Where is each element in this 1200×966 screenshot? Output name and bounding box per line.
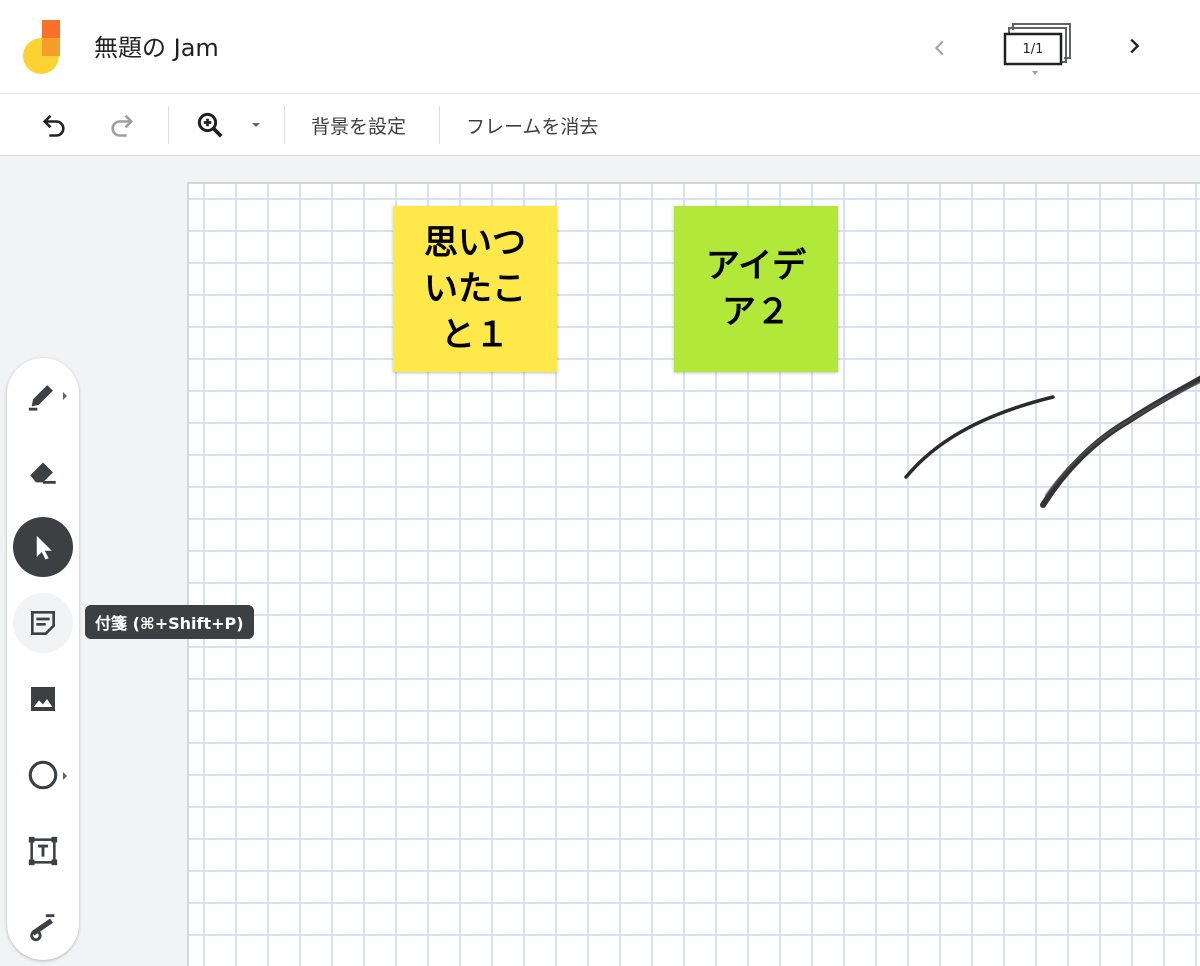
toolbar-divider [284,106,285,144]
sticky-note-text: 思いついたこと１ [424,223,526,355]
sticky-note-text: アイデア２ [705,246,807,332]
next-frame-button[interactable] [1114,26,1154,66]
set-background-button[interactable]: 背景を設定 [311,104,406,146]
select-cursor-icon [36,535,52,560]
select-tool-button[interactable] [13,517,73,577]
clear-frame-button[interactable]: フレームを消去 [466,104,598,146]
circle-shape-icon [28,760,58,790]
toolbar: 背景を設定 フレームを消去 [0,94,1200,156]
image-tool-button[interactable] [13,669,73,729]
chevron-left-icon [934,40,944,56]
jamboard-logo-icon [22,18,62,76]
zoom-in-icon [197,112,223,138]
laser-tool-button[interactable] [13,897,73,957]
undo-button[interactable] [32,104,76,146]
tooltip: 付箋 (⌘+Shift+P) [85,605,254,639]
redo-button[interactable] [100,104,144,146]
pen-icon [28,385,53,411]
document-title[interactable]: 無題の Jam [94,30,219,66]
text-box-tool-button[interactable] [13,821,73,881]
shape-tool-button[interactable] [13,745,73,805]
laser-icon [30,914,55,942]
pen-tool-button[interactable] [13,365,73,425]
image-icon [31,687,55,711]
caret-down-icon [252,123,260,127]
previous-frame-button[interactable] [920,28,960,68]
sticky-note-icon [31,611,55,635]
sticky-note[interactable]: アイデア２ [674,206,838,372]
more-options-indicator [63,772,67,780]
chevron-right-icon [1130,38,1140,54]
tool-palette [7,358,79,960]
zoom-button[interactable] [188,104,232,146]
frame-bar-toggle[interactable]: 1/1 [1000,20,1076,80]
redo-icon [111,114,134,137]
sticky-note[interactable]: 思いついたこと１ [393,206,557,372]
zoom-dropdown-button[interactable] [244,104,268,146]
toolbar-divider [168,106,169,144]
undo-icon [42,114,65,137]
workspace [0,156,1200,966]
more-options-indicator [63,392,67,400]
eraser-icon [30,462,56,484]
text-box-icon [28,836,58,866]
app-header: 無題の Jam 1/1 [0,0,1200,94]
sticky-note-tool-button[interactable] [13,593,73,653]
eraser-tool-button[interactable] [13,441,73,501]
toolbar-divider [439,106,440,144]
frame-counter: 1/1 [1022,41,1044,57]
